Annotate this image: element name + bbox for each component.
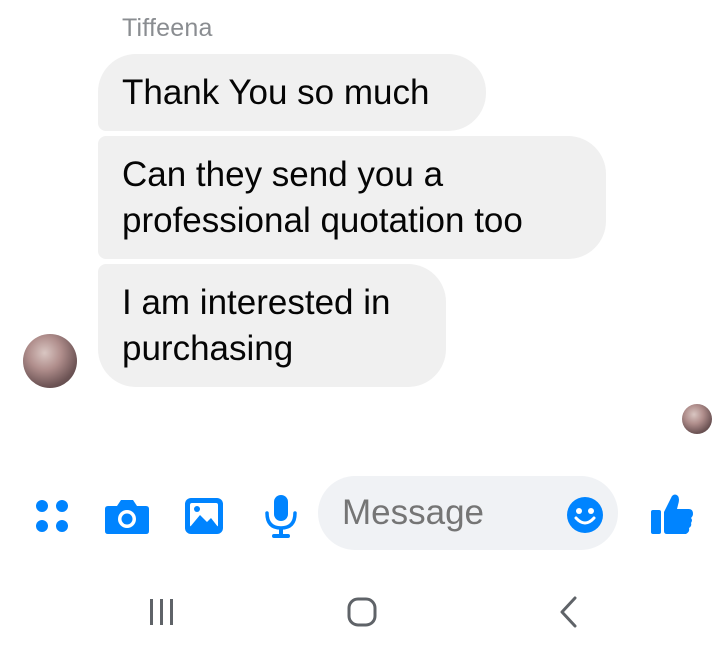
message-bubble[interactable]: I am interested in purchasing bbox=[98, 264, 446, 387]
message-bubble[interactable]: Thank You so much bbox=[98, 54, 486, 131]
sender-avatar[interactable] bbox=[23, 334, 77, 388]
thumbs-up-icon[interactable] bbox=[650, 492, 694, 536]
camera-icon[interactable] bbox=[104, 497, 150, 535]
menu-dots-icon[interactable] bbox=[34, 498, 70, 534]
composer-bar bbox=[0, 470, 720, 560]
home-icon[interactable] bbox=[340, 590, 384, 634]
sender-name: Tiffeena bbox=[122, 14, 213, 42]
emoji-icon[interactable] bbox=[566, 496, 604, 534]
recent-apps-icon[interactable] bbox=[140, 590, 184, 634]
message-bubble[interactable]: Can they send you a professional quotati… bbox=[98, 136, 606, 259]
image-icon[interactable] bbox=[184, 497, 224, 535]
read-receipt-avatar bbox=[682, 404, 712, 434]
system-navigation-bar bbox=[0, 570, 720, 654]
microphone-icon[interactable] bbox=[264, 494, 298, 538]
back-icon[interactable] bbox=[548, 590, 588, 634]
